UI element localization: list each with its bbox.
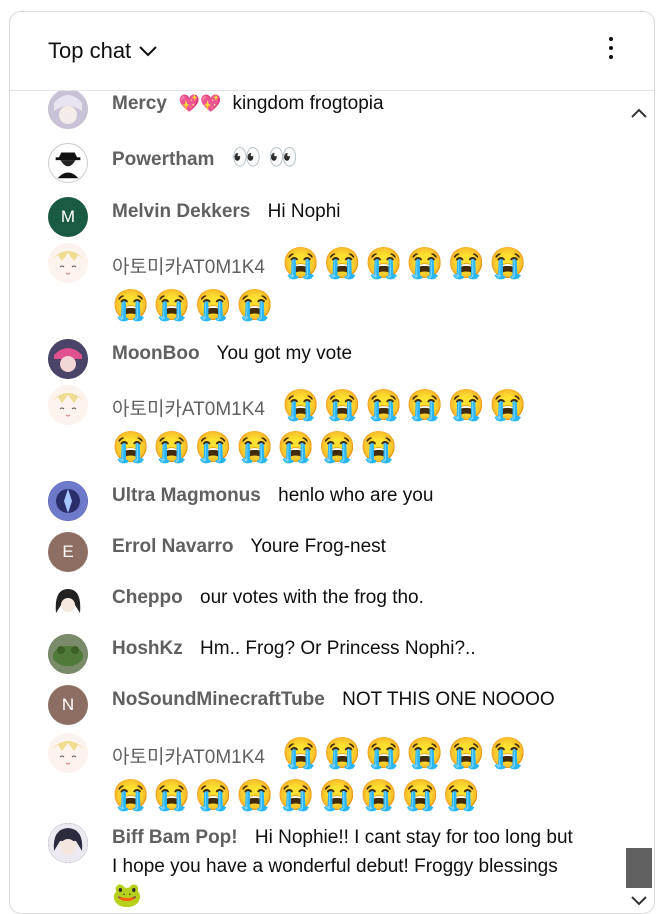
author-name[interactable]: Ultra Magmonus	[112, 485, 261, 506]
crying-emoji-icon: 😭😭😭😭😭😭	[282, 737, 531, 770]
chat-message: Mercy 💖💖 kingdom frogtopia	[48, 91, 588, 129]
crying-emoji-icon: 😭😭😭😭😭😭😭	[112, 431, 402, 464]
crying-emoji-icon: 😭😭😭😭😭😭	[282, 247, 531, 280]
author-name[interactable]: Mercy	[112, 93, 167, 114]
chat-mode-label: Top chat	[48, 38, 132, 63]
chat-message: N NoSoundMinecraftTube NOT THIS ONE NOOO…	[48, 685, 588, 725]
chat-message: 아토미카AT0M1K4 😭😭😭😭😭😭 😭😭😭😭😭😭😭😭😭	[48, 733, 588, 817]
author-name[interactable]: Melvin Dekkers	[112, 201, 250, 222]
frog-emoji-icon: 🐸	[112, 882, 142, 909]
scrollbar-thumb[interactable]	[626, 848, 652, 888]
avatar[interactable]	[48, 583, 88, 623]
avatar[interactable]	[48, 823, 88, 863]
chat-message: Ultra Magmonus henlo who are you	[48, 481, 588, 521]
chat-header: Top chat	[10, 12, 654, 91]
chat-message: 아토미카AT0M1K4 😭😭😭😭😭😭 😭😭😭😭	[48, 243, 588, 327]
chat-message: 아토미카AT0M1K4 😭😭😭😭😭😭 😭😭😭😭😭😭😭	[48, 385, 588, 469]
crying-emoji-icon: 😭😭😭😭	[112, 289, 278, 322]
chevron-down-icon	[139, 45, 157, 57]
message-text: Youre Frog-nest	[250, 536, 386, 557]
author-name[interactable]: MoonBoo	[112, 343, 200, 364]
message-text: henlo who are you	[278, 485, 434, 506]
message-text: You got my vote	[216, 343, 353, 364]
avatar[interactable]	[48, 634, 88, 674]
chat-message: HoshKz Hm.. Frog? Or Princess Nophi?..	[48, 634, 588, 674]
message-text: Hi Nophi	[267, 201, 341, 222]
avatar[interactable]	[48, 91, 88, 129]
avatar[interactable]: M	[48, 197, 88, 237]
more-options-icon[interactable]	[606, 37, 616, 65]
avatar[interactable]: E	[48, 532, 88, 572]
chevron-down-icon[interactable]	[631, 893, 647, 911]
message-text: kingdom frogtopia	[232, 93, 384, 114]
author-name[interactable]: HoshKz	[112, 638, 183, 659]
message-text: Hm.. Frog? Or Princess Nophi?..	[200, 638, 476, 659]
chat-message: E Errol Navarro Youre Frog-nest	[48, 532, 588, 572]
message-text: our votes with the frog tho.	[200, 587, 424, 608]
avatar[interactable]	[48, 243, 88, 283]
chat-message: Cheppo our votes with the frog tho.	[48, 583, 588, 623]
chat-message: M Melvin Dekkers Hi Nophi	[48, 197, 588, 237]
avatar[interactable]	[48, 143, 88, 183]
chat-message-list: Mercy 💖💖 kingdom frogtopia Powertham 👀 👀 …	[10, 91, 622, 913]
chat-message: Biff Bam Pop! Hi Nophie!! I cant stay fo…	[48, 823, 588, 912]
heart-badge-icon: 💖💖	[178, 94, 222, 113]
avatar[interactable]	[48, 385, 88, 425]
author-name[interactable]: Errol Navarro	[112, 536, 233, 557]
live-chat-panel: Top chat Mercy 💖💖 kingdom frogtopia Power…	[9, 11, 655, 914]
author-name[interactable]: Biff Bam Pop!	[112, 827, 238, 848]
author-name[interactable]: 아토미카AT0M1K4	[112, 257, 265, 278]
avatar[interactable]	[48, 481, 88, 521]
chevron-up-icon[interactable]	[631, 105, 647, 123]
crying-emoji-icon: 😭😭😭😭😭😭	[282, 389, 531, 422]
author-name[interactable]: 아토미카AT0M1K4	[112, 747, 265, 768]
chat-message: Powertham 👀 👀	[48, 143, 588, 183]
author-name[interactable]: 아토미카AT0M1K4	[112, 399, 265, 420]
chat-message: MoonBoo You got my vote	[48, 339, 588, 379]
avatar[interactable]	[48, 733, 88, 773]
chat-scrollbar[interactable]	[624, 91, 654, 913]
author-name[interactable]: NoSoundMinecraftTube	[112, 689, 325, 710]
avatar[interactable]	[48, 339, 88, 379]
author-name[interactable]: Powertham	[112, 149, 214, 170]
crying-emoji-icon: 😭😭😭😭😭😭😭😭😭	[112, 779, 485, 812]
eyes-emoji-icon: 👀 👀	[231, 144, 299, 171]
message-text: NOT THIS ONE NOOOO	[342, 689, 555, 710]
avatar[interactable]: N	[48, 685, 88, 725]
author-name[interactable]: Cheppo	[112, 587, 183, 608]
chat-mode-dropdown[interactable]: Top chat	[48, 38, 157, 64]
